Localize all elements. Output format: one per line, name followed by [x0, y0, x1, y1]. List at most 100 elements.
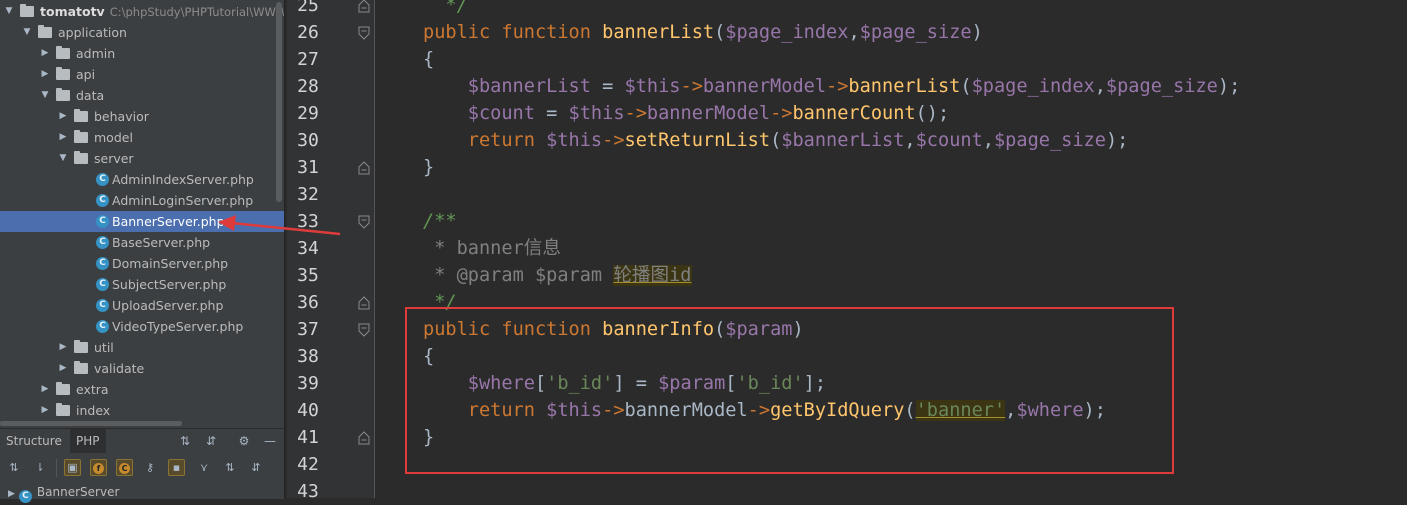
line-number: 32 [297, 184, 319, 205]
tree-root-tomatotv[interactable]: ▼ tomatotv C:\phpStudy\PHPTutorial\WWW\ [0, 1, 284, 22]
autoscroll-icon[interactable]: ⋎ [196, 459, 212, 476]
tree-item-behavior[interactable]: ▶ behavior [0, 106, 284, 127]
php-class-icon: C [96, 257, 109, 270]
tree-item-domainserver-php[interactable]: C DomainServer.php [0, 253, 284, 274]
show-fields-icon[interactable]: f [90, 459, 107, 476]
chevron-right-icon[interactable]: ▶ [58, 127, 68, 148]
code-line-26: public function bannerList($page_index,$… [423, 22, 983, 43]
gear-icon[interactable]: ⚙ [236, 432, 252, 450]
php-class-icon: C [96, 236, 109, 249]
tree-item-admin[interactable]: ▶ admin [0, 43, 284, 64]
tree-item-api[interactable]: ▶ api [0, 64, 284, 85]
php-class-icon: C [96, 278, 109, 291]
tree-item-videotypeserver-php[interactable]: C VideoTypeServer.php [0, 316, 284, 337]
tree-item-adminindexserver-php[interactable]: C AdminIndexServer.php [0, 169, 284, 190]
tab-structure[interactable]: Structure [0, 429, 68, 453]
line-number: 28 [297, 76, 319, 97]
chevron-down-icon[interactable]: ▼ [4, 1, 14, 22]
tree-item-label: model [94, 130, 133, 145]
sort-by-visibility-icon[interactable]: ⇅ [6, 459, 22, 476]
tree-scrollbar[interactable] [276, 2, 282, 202]
code-line-29: $count = $this->bannerModel->bannerCount… [467, 103, 950, 124]
expand-all-icon[interactable]: ⇅ [177, 432, 193, 450]
hide-icon[interactable]: — [262, 432, 278, 450]
tree-item-validate[interactable]: ▶ validate [0, 358, 284, 379]
tab-php[interactable]: PHP [70, 429, 106, 453]
tree-item-uploadserver-php[interactable]: C UploadServer.php [0, 295, 284, 316]
tree-item-label: behavior [94, 109, 149, 124]
line-number: 43 [297, 481, 319, 502]
fold-collapse-icon[interactable] [357, 26, 371, 40]
show-inherited-icon[interactable]: ▣ [64, 459, 81, 476]
highlighted-word: 轮播图id [613, 265, 692, 286]
fold-end-icon[interactable] [357, 296, 371, 310]
folder-icon [74, 361, 88, 374]
code-line-25: */ [445, 0, 468, 16]
code-line-28: $bannerList = $this->bannerModel->banner… [467, 76, 1241, 97]
line-number: 26 [297, 22, 319, 43]
show-non-public-icon[interactable]: ⚷ [142, 459, 158, 476]
tree-item-model[interactable]: ▶ model [0, 127, 284, 148]
show-constants-icon[interactable]: C [116, 459, 133, 476]
expand-icon[interactable]: ⇅ [222, 459, 238, 476]
line-number: 38 [297, 346, 319, 367]
tree-item-label: application [58, 25, 127, 40]
tree-item-label: util [94, 340, 114, 355]
tree-horizontal-scrollbar[interactable] [0, 421, 182, 426]
fold-collapse-icon[interactable] [357, 323, 371, 337]
tree-item-label: BannerServer.php [112, 214, 225, 229]
chevron-down-icon[interactable]: ▼ [40, 85, 50, 106]
line-number: 42 [297, 454, 319, 475]
tree-item-label: VideoTypeServer.php [112, 319, 244, 334]
tree-item-application[interactable]: ▼ application [0, 22, 284, 43]
structure-tabs: Structure PHP ⇅ ⇵ ⚙ — [0, 429, 284, 453]
folder-icon [56, 67, 70, 80]
chevron-down-icon[interactable]: ▼ [22, 22, 32, 43]
fold-end-icon[interactable] [357, 161, 371, 175]
tree-item-data[interactable]: ▼ data [0, 85, 284, 106]
chevron-right-icon[interactable]: ▶ [40, 43, 50, 64]
line-number: 29 [297, 103, 319, 124]
folder-icon [20, 4, 34, 17]
folder-icon [56, 46, 70, 59]
chevron-right-icon[interactable]: ▶ [40, 379, 50, 400]
line-number: 41 [297, 427, 319, 448]
chevron-right-icon[interactable]: ▶ [40, 64, 50, 85]
chevron-right-icon[interactable]: ▶ [40, 400, 50, 421]
fold-collapse-icon[interactable] [357, 215, 371, 229]
folder-icon [56, 88, 70, 101]
line-number: 27 [297, 49, 319, 70]
chevron-right-icon[interactable]: ▶ [58, 358, 68, 379]
tree-item-label: BaseServer.php [112, 235, 211, 250]
collapse-all-icon[interactable]: ⇵ [203, 432, 219, 450]
chevron-right-icon[interactable]: ▶ [58, 337, 68, 358]
structure-node-label: BannerServer [36, 485, 120, 499]
structure-node-bannerserver[interactable]: ▶ C BannerServer [8, 485, 120, 503]
show-lock-icon[interactable]: ▪ [168, 459, 185, 476]
chevron-down-icon[interactable]: ▼ [58, 148, 68, 169]
tree-item-label: extra [76, 382, 109, 397]
collapse-icon[interactable]: ⇵ [248, 459, 264, 476]
tree-item-subjectserver-php[interactable]: C SubjectServer.php [0, 274, 284, 295]
field-letter: f [93, 463, 104, 474]
project-path: C:\phpStudy\PHPTutorial\WWW\ [109, 5, 284, 19]
class-icon: C [18, 490, 32, 503]
tree-item-extra[interactable]: ▶ extra [0, 379, 284, 400]
fold-end-icon[interactable] [357, 0, 371, 13]
constant-letter: C [119, 463, 130, 474]
code-line-31: } [423, 157, 435, 178]
tree-item-util[interactable]: ▶ util [0, 337, 284, 358]
tree-item-index[interactable]: ▶ index [0, 400, 284, 421]
tree-item-label: data [76, 88, 105, 103]
line-number: 37 [297, 319, 319, 340]
folder-icon [38, 25, 52, 38]
line-number: 25 [297, 0, 319, 16]
chevron-right-icon[interactable]: ▶ [58, 106, 68, 127]
fold-end-icon[interactable] [357, 431, 371, 445]
tree-item-adminloginserver-php[interactable]: C AdminLoginServer.php [0, 190, 284, 211]
tree-item-server[interactable]: ▼ server [0, 148, 284, 169]
tree-item-label: DomainServer.php [112, 256, 229, 271]
annotation-arrow-icon [218, 215, 341, 236]
sort-alphabetically-icon[interactable]: ⇂ [32, 459, 48, 476]
php-class-icon: C [96, 194, 109, 207]
